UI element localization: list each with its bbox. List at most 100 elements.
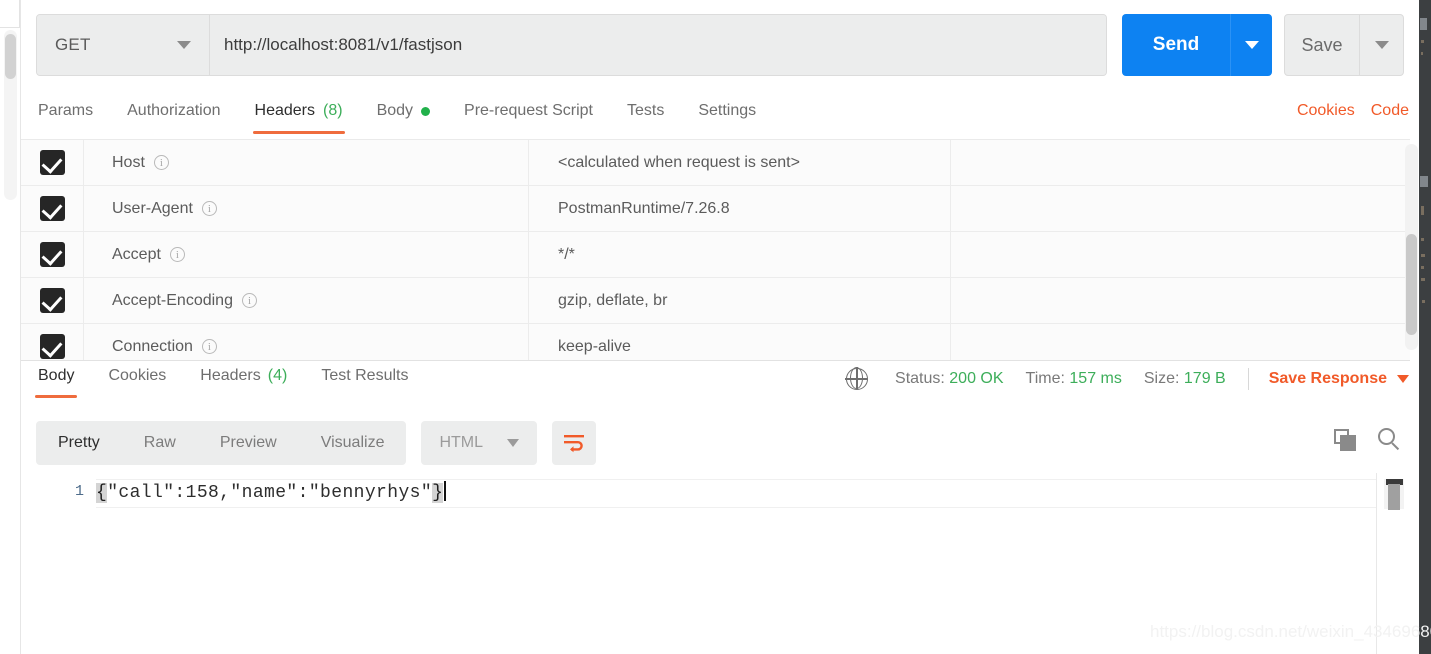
tab-settings[interactable]: Settings (681, 96, 773, 134)
response-format-dropdown[interactable]: HTML (421, 421, 537, 465)
header-value-cell[interactable]: gzip, deflate, br (529, 278, 951, 323)
header-key: User-Agent (112, 200, 193, 218)
header-description-cell[interactable] (951, 186, 1410, 231)
url-text: http://localhost:8081/v1/fastjson (224, 35, 462, 55)
view-mode-visualize[interactable]: Visualize (299, 421, 407, 465)
row-checkbox-cell[interactable] (21, 140, 84, 185)
chevron-down-icon (1375, 41, 1389, 49)
url-input[interactable]: http://localhost:8081/v1/fastjson (210, 15, 1106, 75)
header-value-cell[interactable]: keep-alive (529, 324, 951, 360)
code-link[interactable]: Code (1371, 102, 1409, 120)
tab-pre-request-script[interactable]: Pre-request Script (447, 96, 610, 134)
tab-authorization[interactable]: Authorization (110, 96, 237, 134)
tab-response-body[interactable]: Body (21, 362, 91, 398)
header-value: PostmanRuntime/7.26.8 (558, 200, 730, 218)
table-row[interactable]: User-Agent i PostmanRuntime/7.26.8 (21, 186, 1410, 232)
info-icon[interactable]: i (154, 155, 169, 170)
line-number: 1 (75, 483, 84, 500)
view-mode-preview[interactable]: Preview (198, 421, 299, 465)
header-key-cell[interactable]: Host i (84, 140, 529, 185)
save-button-group: Save (1284, 14, 1404, 76)
header-key-cell[interactable]: User-Agent i (84, 186, 529, 231)
tab-headers[interactable]: Headers (8) (238, 96, 360, 134)
tab-label: Body (377, 102, 413, 120)
header-value-cell[interactable]: */* (529, 232, 951, 277)
copy-icon[interactable] (1334, 429, 1356, 451)
view-mode-raw[interactable]: Raw (122, 421, 198, 465)
save-options-button[interactable] (1359, 15, 1403, 75)
save-response-button[interactable]: Save Response (1269, 370, 1409, 388)
header-description-cell[interactable] (951, 278, 1410, 323)
tab-body[interactable]: Body (360, 96, 447, 134)
header-value-cell[interactable]: PostmanRuntime/7.26.8 (529, 186, 951, 231)
header-key: Connection (112, 338, 193, 356)
checkbox-checked-icon[interactable] (40, 150, 65, 175)
header-description-cell[interactable] (951, 140, 1410, 185)
http-method-dropdown[interactable]: GET (37, 15, 210, 75)
info-icon[interactable]: i (242, 293, 257, 308)
tab-tests[interactable]: Tests (610, 96, 681, 134)
size-value: 179 B (1184, 370, 1226, 387)
checkbox-checked-icon[interactable] (40, 334, 65, 359)
info-icon[interactable]: i (170, 247, 185, 262)
checkbox-checked-icon[interactable] (40, 242, 65, 267)
tab-label: Params (38, 102, 93, 120)
tab-response-cookies[interactable]: Cookies (91, 362, 183, 398)
header-key-cell[interactable]: Connection i (84, 324, 529, 360)
checkbox-checked-icon[interactable] (40, 196, 65, 221)
view-mode-pretty[interactable]: Pretty (36, 421, 122, 465)
header-key-cell[interactable]: Accept i (84, 232, 529, 277)
header-value-cell[interactable]: <calculated when request is sent> (529, 140, 951, 185)
chevron-down-icon (507, 439, 519, 447)
request-url-bar: GET http://localhost:8081/v1/fastjson (36, 14, 1107, 76)
info-icon[interactable]: i (202, 339, 217, 354)
save-button[interactable]: Save (1285, 15, 1359, 75)
header-value: gzip, deflate, br (558, 292, 667, 310)
response-tab-bar: Body Cookies Headers (4) Test Results (21, 362, 425, 404)
search-icon[interactable] (1378, 428, 1401, 451)
cookies-link[interactable]: Cookies (1297, 102, 1355, 120)
send-options-button[interactable] (1230, 14, 1272, 76)
tab-label: Headers (200, 367, 260, 385)
background-editor-strip (1419, 0, 1431, 654)
tab-params[interactable]: Params (21, 96, 110, 134)
headers-scrollbar-thumb[interactable] (1406, 234, 1417, 335)
header-key: Host (112, 154, 145, 172)
info-icon[interactable]: i (202, 201, 217, 216)
globe-icon[interactable] (846, 368, 868, 390)
tab-label: Settings (698, 102, 756, 120)
size-badge: Size: 179 B (1144, 370, 1226, 388)
row-checkbox-cell[interactable] (21, 186, 84, 231)
active-tab-underline (35, 395, 77, 398)
header-description-cell[interactable] (951, 324, 1410, 360)
header-key-cell[interactable]: Accept-Encoding i (84, 278, 529, 323)
table-row[interactable]: Connection i keep-alive (21, 324, 1410, 360)
table-row[interactable]: Accept-Encoding i gzip, deflate, br (21, 278, 1410, 324)
checkbox-checked-icon[interactable] (40, 288, 65, 313)
response-body-text[interactable]: {"call":158,"name":"bennyrhys"} (96, 481, 446, 503)
chevron-down-icon (1397, 375, 1409, 383)
tab-label: Pre-request Script (464, 102, 593, 120)
row-checkbox-cell[interactable] (21, 324, 84, 360)
tab-test-results[interactable]: Test Results (304, 362, 425, 398)
header-key: Accept-Encoding (112, 292, 233, 310)
send-button[interactable]: Send (1122, 14, 1230, 76)
time-label: Time: (1026, 370, 1065, 387)
send-button-group: Send (1122, 14, 1272, 76)
app-scrollbar-thumb[interactable] (5, 34, 16, 79)
active-tab-underline (253, 131, 345, 134)
postman-window: GET http://localhost:8081/v1/fastjson Se… (0, 0, 1431, 654)
table-row[interactable]: Accept i */* (21, 232, 1410, 278)
editor-scrollbar-thumb[interactable] (1388, 484, 1400, 510)
watermark: https://blog.csdn.net/weixin_43469680 (1150, 622, 1431, 642)
tab-response-headers[interactable]: Headers (4) (183, 362, 304, 398)
header-value: keep-alive (558, 338, 631, 356)
row-checkbox-cell[interactable] (21, 232, 84, 277)
table-row[interactable]: Host i <calculated when request is sent> (21, 140, 1410, 186)
word-wrap-button[interactable] (552, 421, 596, 465)
chevron-down-icon (177, 41, 191, 49)
row-checkbox-cell[interactable] (21, 278, 84, 323)
headers-table: Host i <calculated when request is sent>… (21, 139, 1410, 360)
header-description-cell[interactable] (951, 232, 1410, 277)
tab-count: (8) (323, 102, 343, 120)
